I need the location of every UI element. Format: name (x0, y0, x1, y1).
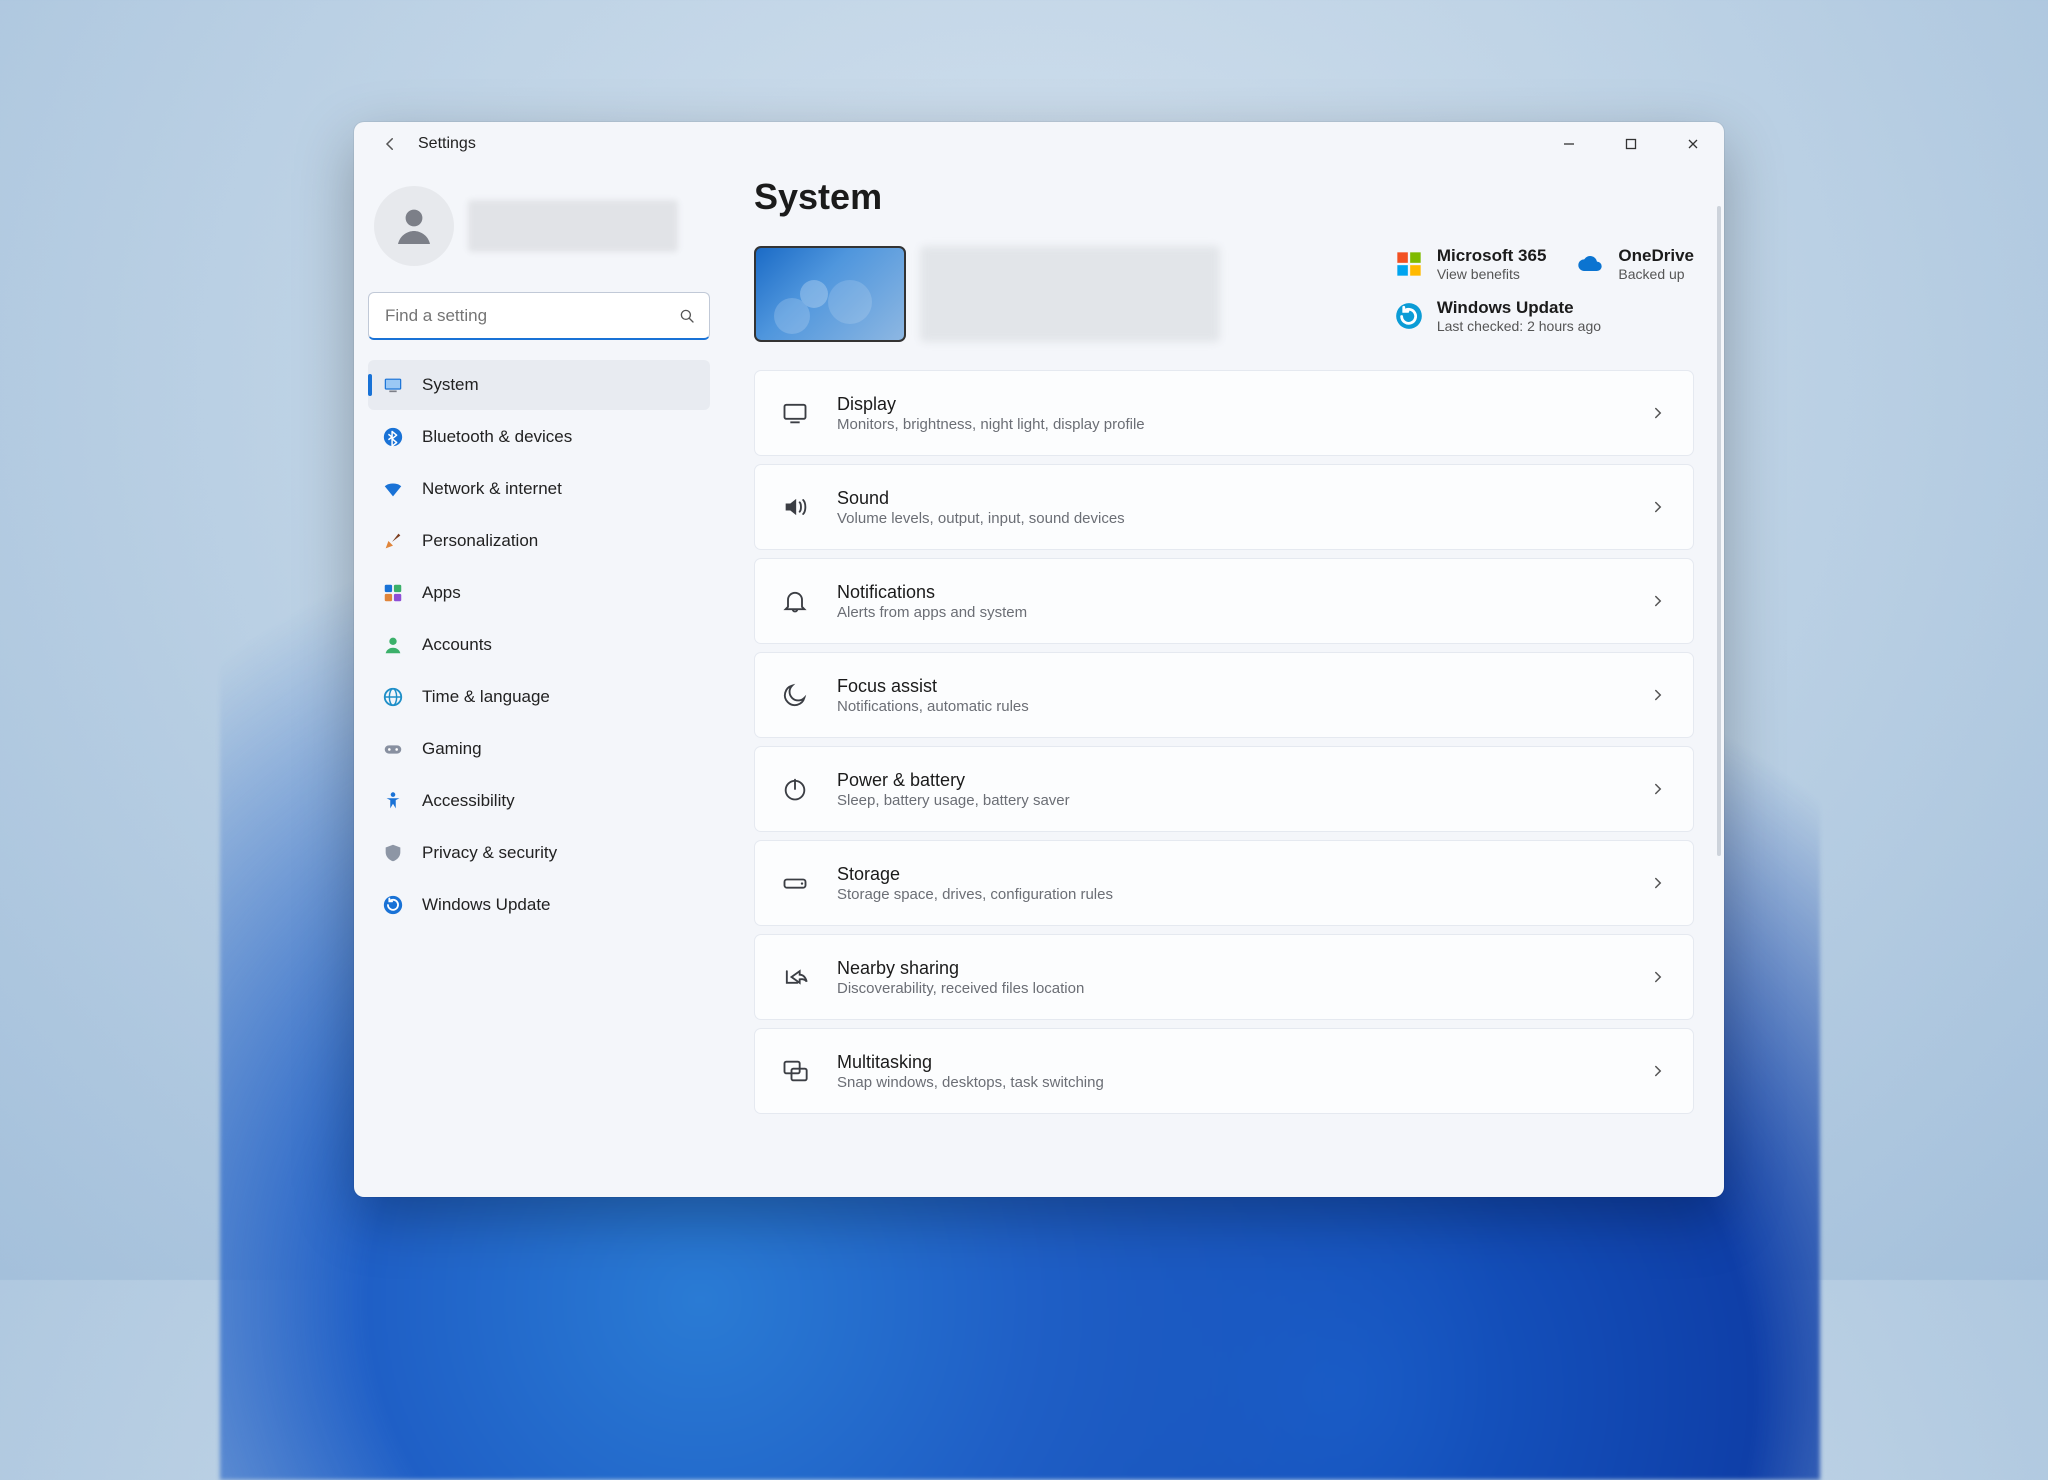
paintbrush-icon (382, 530, 404, 552)
avatar (374, 186, 454, 266)
sidebar-item-gaming[interactable]: Gaming (368, 724, 710, 774)
card-nearby-sharing[interactable]: Nearby sharingDiscoverability, received … (754, 934, 1694, 1020)
sidebar-item-label: System (422, 375, 479, 395)
minimize-button[interactable] (1538, 122, 1600, 166)
sidebar-item-label: Network & internet (422, 479, 562, 499)
wifi-icon (382, 478, 404, 500)
card-sound[interactable]: SoundVolume levels, output, input, sound… (754, 464, 1694, 550)
status-onedrive[interactable]: OneDriveBacked up (1576, 246, 1694, 282)
shield-icon (382, 842, 404, 864)
multitask-icon (781, 1057, 809, 1085)
sidebar-item-accounts[interactable]: Accounts (368, 620, 710, 670)
person-icon (390, 202, 438, 250)
monitor-icon (781, 399, 809, 427)
chevron-right-icon (1649, 874, 1667, 892)
settings-window: Settings (354, 122, 1724, 1197)
settings-card-list: DisplayMonitors, brightness, night light… (754, 370, 1694, 1134)
sidebar-item-personalization[interactable]: Personalization (368, 516, 710, 566)
power-icon (781, 775, 809, 803)
sidebar-item-accessibility[interactable]: Accessibility (368, 776, 710, 826)
status-microsoft-365[interactable]: Microsoft 365View benefits (1395, 246, 1547, 282)
card-storage[interactable]: StorageStorage space, drives, configurat… (754, 840, 1694, 926)
globe-clock-icon (382, 686, 404, 708)
user-name-redacted (468, 200, 678, 252)
nav-list: System Bluetooth & devices Network & int… (368, 360, 710, 930)
scrollbar[interactable] (1717, 206, 1721, 856)
sidebar-item-apps[interactable]: Apps (368, 568, 710, 618)
maximize-button[interactable] (1600, 122, 1662, 166)
drive-icon (781, 869, 809, 897)
apps-icon (382, 582, 404, 604)
chevron-right-icon (1649, 404, 1667, 422)
speaker-icon (781, 493, 809, 521)
sidebar-item-label: Accessibility (422, 791, 515, 811)
chevron-right-icon (1649, 780, 1667, 798)
page-title: System (754, 176, 1694, 218)
moon-icon (781, 681, 809, 709)
back-button[interactable] (368, 122, 412, 166)
title-bar: Settings (354, 122, 1724, 166)
sidebar: System Bluetooth & devices Network & int… (354, 166, 724, 1197)
card-power-battery[interactable]: Power & batterySleep, battery usage, bat… (754, 746, 1694, 832)
card-display[interactable]: DisplayMonitors, brightness, night light… (754, 370, 1694, 456)
sidebar-item-label: Privacy & security (422, 843, 557, 863)
sidebar-item-label: Time & language (422, 687, 550, 707)
sidebar-item-time-language[interactable]: Time & language (368, 672, 710, 722)
sidebar-item-label: Windows Update (422, 895, 551, 915)
refresh-icon (382, 894, 404, 916)
search-box[interactable] (368, 292, 710, 340)
user-card[interactable] (368, 176, 710, 292)
sidebar-item-privacy[interactable]: Privacy & security (368, 828, 710, 878)
bell-icon (781, 587, 809, 615)
sidebar-item-bluetooth[interactable]: Bluetooth & devices (368, 412, 710, 462)
chevron-right-icon (1649, 968, 1667, 986)
search-input[interactable] (368, 292, 710, 340)
card-notifications[interactable]: NotificationsAlerts from apps and system (754, 558, 1694, 644)
card-multitasking[interactable]: MultitaskingSnap windows, desktops, task… (754, 1028, 1694, 1114)
cloud-icon (1576, 250, 1604, 278)
display-icon (382, 374, 404, 396)
sidebar-item-network[interactable]: Network & internet (368, 464, 710, 514)
bluetooth-icon (382, 426, 404, 448)
gamepad-icon (382, 738, 404, 760)
chevron-right-icon (1649, 1062, 1667, 1080)
close-button[interactable] (1662, 122, 1724, 166)
chevron-right-icon (1649, 498, 1667, 516)
microsoft-logo-icon (1395, 250, 1423, 278)
search-icon (678, 307, 696, 325)
sidebar-item-label: Gaming (422, 739, 482, 759)
sidebar-item-system[interactable]: System (368, 360, 710, 410)
device-name-redacted (920, 246, 1220, 342)
sidebar-item-label: Apps (422, 583, 461, 603)
chevron-right-icon (1649, 592, 1667, 610)
arrow-left-icon (381, 135, 399, 153)
device-thumbnail[interactable] (754, 246, 906, 342)
device-info-row: Microsoft 365View benefits OneDriveBacke… (754, 246, 1694, 342)
sidebar-item-windows-update[interactable]: Windows Update (368, 880, 710, 930)
chevron-right-icon (1649, 686, 1667, 704)
person-icon (382, 634, 404, 656)
update-icon (1395, 302, 1423, 330)
main-content: System Microsoft 365View benefits OneDri… (724, 166, 1724, 1197)
sidebar-item-label: Accounts (422, 635, 492, 655)
sidebar-item-label: Personalization (422, 531, 538, 551)
card-focus-assist[interactable]: Focus assistNotifications, automatic rul… (754, 652, 1694, 738)
accessibility-icon (382, 790, 404, 812)
sidebar-item-label: Bluetooth & devices (422, 427, 572, 447)
window-title: Settings (418, 135, 476, 153)
status-windows-update[interactable]: Windows UpdateLast checked: 2 hours ago (1395, 298, 1694, 334)
share-icon (781, 963, 809, 991)
status-column: Microsoft 365View benefits OneDriveBacke… (1395, 246, 1694, 334)
